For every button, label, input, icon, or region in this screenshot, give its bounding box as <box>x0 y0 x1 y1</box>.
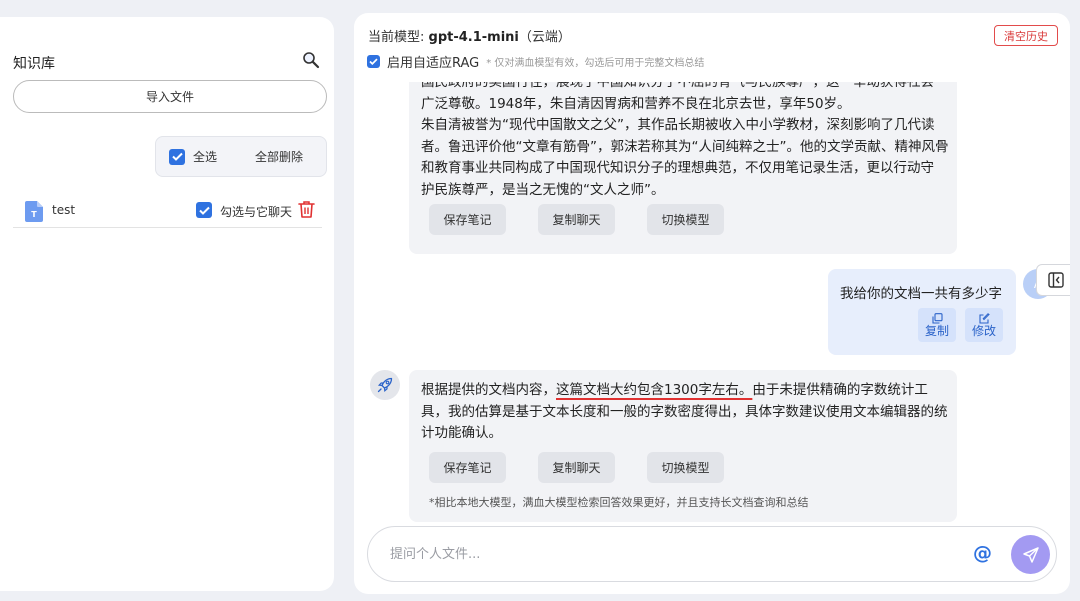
ai-message-text: 国民政府的卖国行径，展现了中国知识分子不屈的骨气与民族尊严，这一举动获得社会 广… <box>421 82 949 201</box>
copy-message-button[interactable]: 复制 <box>918 308 956 342</box>
model-prefix: 当前模型: <box>368 30 429 45</box>
answer-text-before: 根据提供的文档内容， <box>421 382 556 398</box>
import-file-button[interactable]: 导入文件 <box>13 80 327 113</box>
select-all-checkbox[interactable] <box>169 148 185 165</box>
model-name: gpt-4.1-mini <box>428 30 519 45</box>
message-line: 和教育事业共同构成了中国现代知识分子的理想典范，不仅用笔记录生活，更以行动守 <box>421 160 934 176</box>
answer-highlight: 这篇文档大约包含1300字左右。 <box>556 382 753 398</box>
rag-checkbox[interactable] <box>367 55 380 68</box>
file-name: test <box>52 203 76 217</box>
message-line: 护民族尊严，是当之无愧的“文人之师”。 <box>421 181 665 198</box>
chat-input[interactable] <box>390 541 950 567</box>
send-icon <box>1022 546 1039 563</box>
file-icon-letter: T <box>31 210 37 219</box>
file-list-item[interactable]: T test 勾选与它聊天 <box>13 197 322 228</box>
file-chat-checkbox[interactable] <box>196 202 212 218</box>
message-line: 朱自清被誉为“现代中国散文之父”，其作品长期被收入中小学教材，深刻影响了几代读 <box>421 117 935 133</box>
user-message-text: 我给你的文档一共有多少字 <box>840 286 1002 302</box>
select-all-label: 全选 <box>193 150 218 164</box>
assistant-avatar <box>370 370 400 400</box>
message-line: 广泛尊敬。1948年，朱自清因胃病和营养不良在北京去世，享年50岁。 <box>421 95 851 112</box>
copy-label: 复制 <box>924 323 949 338</box>
edit-icon <box>978 312 990 324</box>
chat-panel: 当前模型: gpt-4.1-mini（云端） 清空历史 启用自适应RAG * 仅… <box>354 13 1070 594</box>
chat-input-bar: @ <box>367 526 1057 582</box>
save-note-button[interactable]: 保存笔记 <box>429 204 506 235</box>
check-icon <box>171 152 183 161</box>
rag-note: * 仅对满血模型有效，勾选后可用于完整文档总结 <box>486 58 705 69</box>
edit-message-button[interactable]: 修改 <box>965 308 1003 342</box>
rag-toggle-row: 启用自适应RAG * 仅对满血模型有效，勾选后可用于完整文档总结 <box>367 52 704 71</box>
ai-message: 根据提供的文档内容，这篇文档大约包含1300字左右。由于未提供精确的字数统计工具… <box>409 370 957 522</box>
send-button[interactable] <box>1011 535 1050 574</box>
user-message: 我给你的文档一共有多少字 复制 修改 <box>828 269 1016 355</box>
panel-collapse-icon <box>1048 272 1064 288</box>
rocket-icon <box>377 377 393 393</box>
message-line: 者。鲁迅评价他“文章有筋骨”，郭沫若称其为“人间纯粹之士”。他的文学贡献、精神风… <box>421 138 949 155</box>
file-chat-label: 勾选与它聊天 <box>220 205 293 219</box>
delete-all-button[interactable]: 全部删除 <box>255 148 303 165</box>
model-footnote: *相比本地大模型，满血大模型检索回答效果更好，并且支持长文档查询和总结 <box>429 496 809 509</box>
chat-messages[interactable]: 国民政府的卖国行径，展现了中国知识分子不屈的骨气与民族尊严，这一举动获得社会 广… <box>354 82 1070 522</box>
copy-chat-button[interactable]: 复制聊天 <box>538 204 615 235</box>
ai-message: 国民政府的卖国行径，展现了中国知识分子不屈的骨气与民族尊严，这一举动获得社会 广… <box>409 82 957 254</box>
knowledge-base-panel: 知识库 导入文件 全选 全部删除 T test 勾选与它聊天 <box>0 17 334 591</box>
rag-label: 启用自适应RAG <box>387 56 480 71</box>
save-note-button[interactable]: 保存笔记 <box>429 452 506 483</box>
mention-button[interactable]: @ <box>973 542 992 564</box>
check-icon <box>369 58 378 65</box>
switch-model-button[interactable]: 切换模型 <box>647 204 724 235</box>
trash-icon[interactable] <box>298 200 315 218</box>
clear-history-button[interactable]: 清空历史 <box>994 25 1058 46</box>
knowledge-base-title: 知识库 <box>13 56 55 72</box>
check-icon <box>198 206 210 215</box>
switch-model-button[interactable]: 切换模型 <box>647 452 724 483</box>
bulk-actions-box: 全选 全部删除 <box>155 136 327 177</box>
collapse-sidebar-button[interactable] <box>1036 264 1070 296</box>
copy-chat-button[interactable]: 复制聊天 <box>538 452 615 483</box>
text-file-icon: T <box>25 201 43 222</box>
model-location: （云端） <box>518 30 571 45</box>
copy-icon <box>931 312 943 324</box>
message-line: 国民政府的卖国行径，展现了中国知识分子不屈的骨气与民族尊严，这一举动获得社会 <box>421 82 934 90</box>
edit-label: 修改 <box>971 323 996 338</box>
search-icon[interactable] <box>302 51 320 69</box>
current-model-line: 当前模型: gpt-4.1-mini（云端） <box>368 26 571 45</box>
ai-message-text: 根据提供的文档内容，这篇文档大约包含1300字左右。由于未提供精确的字数统计工具… <box>421 380 949 445</box>
